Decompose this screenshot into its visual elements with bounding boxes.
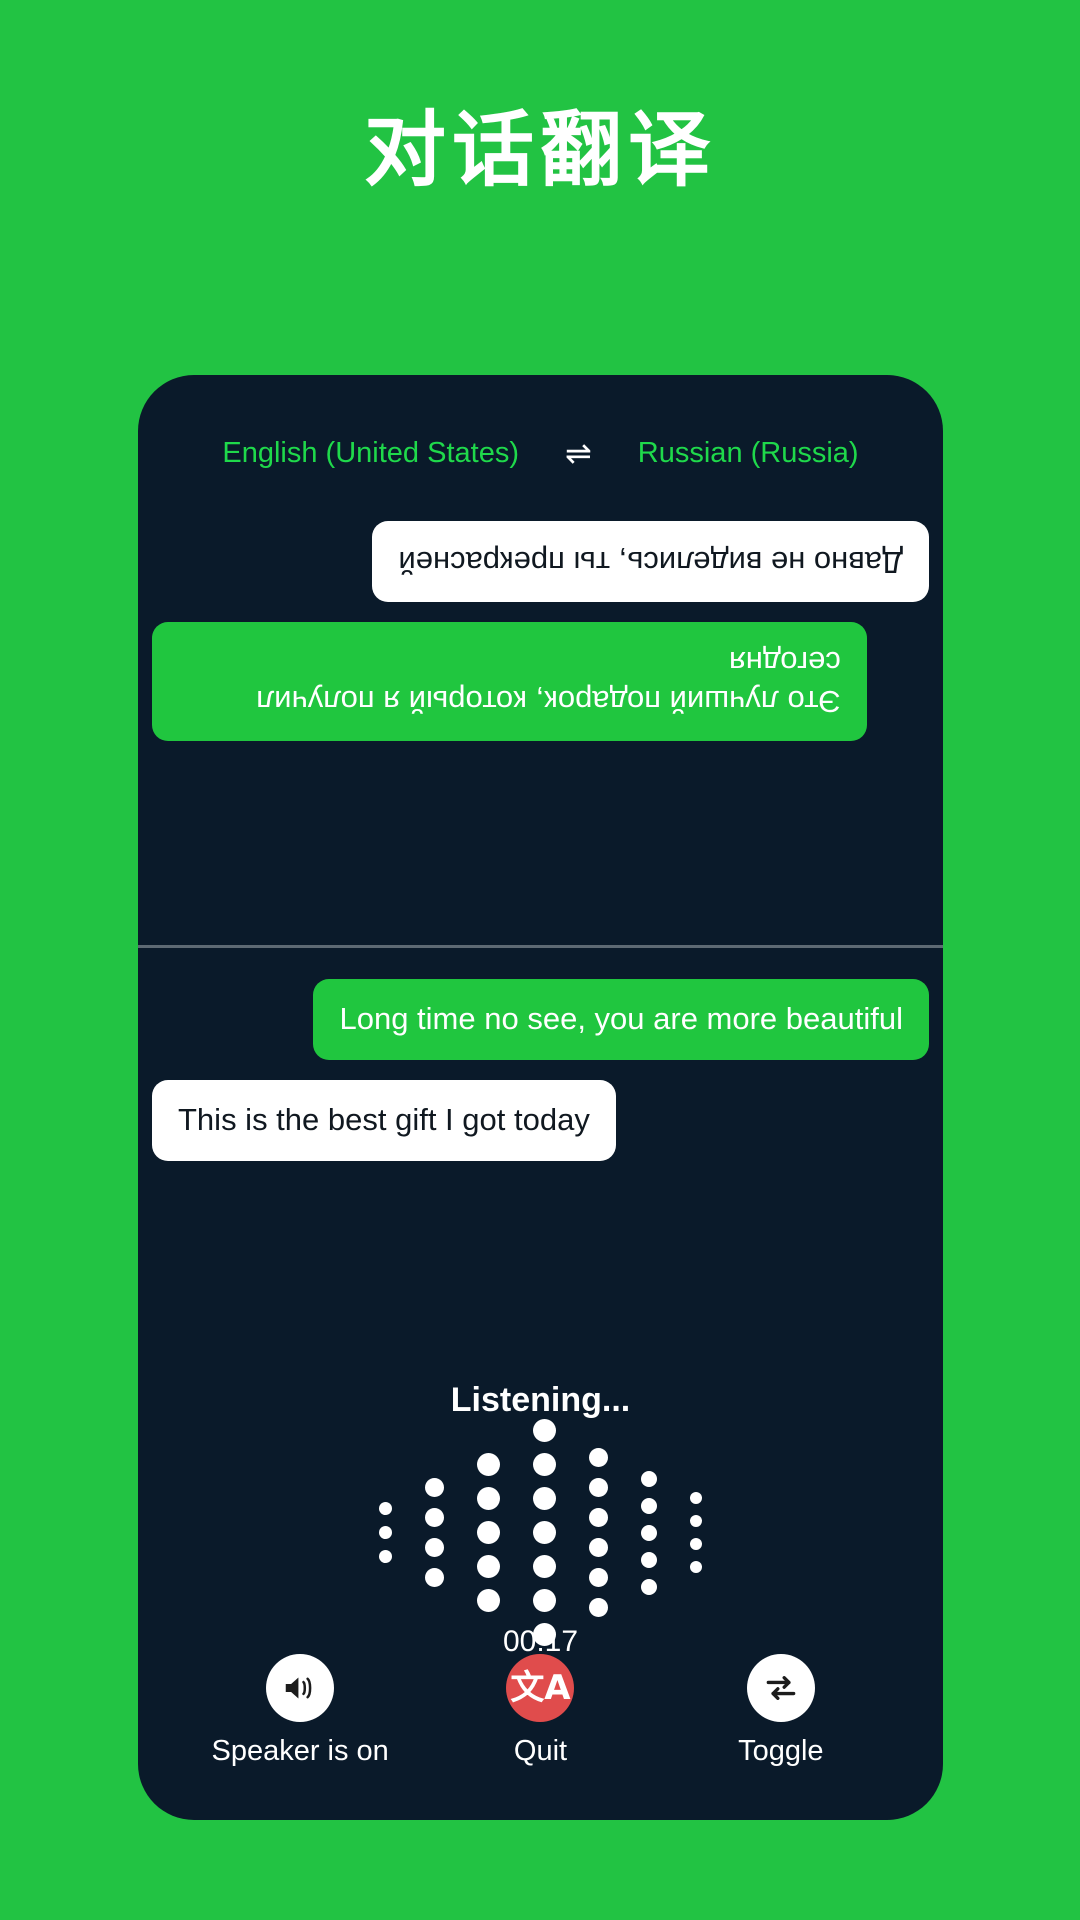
waveform-dot — [533, 1453, 556, 1476]
waveform-dot — [690, 1538, 702, 1550]
quit-button[interactable]: 文A Quit — [430, 1654, 650, 1766]
message-row: Long time no see, you are more beautiful — [152, 979, 929, 1060]
app-screen: 对话翻译 English (United States) ⇌ Russian (… — [0, 0, 1080, 1920]
phone-frame: English (United States) ⇌ Russian (Russi… — [138, 375, 943, 1820]
waveform-dot — [589, 1508, 608, 1527]
quit-button-circle[interactable]: 文A — [506, 1654, 575, 1722]
waveform-column — [690, 1492, 702, 1573]
conversation-pane-bottom: Long time no see, you are more beautiful… — [138, 953, 943, 1253]
waveform-column — [425, 1478, 444, 1587]
audio-waveform — [138, 1419, 943, 1646]
swap-arrows-icon — [766, 1676, 796, 1700]
message-bubble-source[interactable]: Long time no see, you are more beautiful — [313, 979, 929, 1060]
toggle-button-circle[interactable] — [746, 1654, 815, 1722]
message-bubble-source[interactable]: This is the best gift I got today — [152, 1079, 616, 1161]
conversation-pane-top: Это лучший подарок, который я получил се… — [138, 485, 943, 940]
page-title: 对话翻译 — [363, 103, 716, 198]
waveform-dot — [379, 1502, 392, 1515]
swap-languages-icon[interactable]: ⇌ — [565, 437, 592, 469]
waveform-dot — [379, 1526, 392, 1539]
waveform-dot — [641, 1497, 657, 1514]
waveform-column — [379, 1502, 392, 1563]
waveform-dot — [690, 1492, 702, 1504]
source-language-selector[interactable]: English (United States) — [222, 438, 519, 468]
waveform-dot — [641, 1578, 657, 1595]
waveform-column — [477, 1453, 500, 1612]
message-bubble-translated[interactable]: Это лучший подарок, который я получил се… — [152, 621, 867, 742]
waveform-dot — [690, 1515, 702, 1527]
waveform-dot — [690, 1561, 702, 1573]
speaker-button-circle[interactable] — [266, 1654, 335, 1722]
waveform-dot — [533, 1589, 556, 1612]
waveform-dot — [533, 1521, 556, 1544]
speaker-toggle-button[interactable]: Speaker is on — [190, 1654, 410, 1766]
waveform-dot — [477, 1589, 500, 1612]
waveform-dot — [533, 1555, 556, 1578]
waveform-dot — [641, 1524, 657, 1541]
waveform-dot — [589, 1478, 608, 1497]
waveform-dot — [589, 1538, 608, 1557]
waveform-dot — [533, 1487, 556, 1510]
waveform-dot — [425, 1508, 444, 1527]
translate-icon: 文A — [510, 1668, 571, 1708]
waveform-dot — [533, 1419, 556, 1442]
waveform-dot — [477, 1521, 500, 1544]
toggle-button-label: Toggle — [738, 1735, 824, 1767]
message-row: This is the best gift I got today — [152, 1079, 929, 1161]
speaker-button-label: Speaker is on — [211, 1735, 389, 1767]
waveform-dot — [425, 1478, 444, 1497]
waveform-column — [641, 1470, 657, 1595]
message-row: Давно не виделись, ты прекрасней — [152, 521, 929, 602]
toggle-button[interactable]: Toggle — [671, 1654, 891, 1766]
waveform-dot — [641, 1470, 657, 1487]
message-row: Это лучший подарок, который я получил се… — [152, 621, 929, 742]
action-bar: Speaker is on 文A Quit Toggle — [138, 1654, 943, 1766]
waveform-column — [589, 1448, 608, 1617]
waveform-dot — [477, 1453, 500, 1476]
waveform-dot — [589, 1568, 608, 1587]
pane-divider — [138, 945, 943, 948]
waveform-column — [533, 1419, 556, 1646]
target-language-selector[interactable]: Russian (Russia) — [638, 438, 859, 468]
waveform-dot — [477, 1555, 500, 1578]
language-selector-bar: English (United States) ⇌ Russian (Russi… — [138, 437, 943, 469]
waveform-dot — [589, 1598, 608, 1617]
waveform-dot — [477, 1487, 500, 1510]
waveform-dot — [425, 1568, 444, 1587]
message-bubble-translated[interactable]: Давно не виделись, ты прекрасней — [372, 521, 929, 602]
phone-screen: English (United States) ⇌ Russian (Russi… — [138, 375, 943, 1820]
listening-status-label: Listening... — [450, 1381, 631, 1419]
quit-button-label: Quit — [513, 1735, 568, 1767]
waveform-dot — [641, 1551, 657, 1568]
speaker-on-icon — [285, 1677, 312, 1699]
waveform-dot — [425, 1538, 444, 1557]
waveform-dot — [589, 1448, 608, 1467]
waveform-dot — [379, 1550, 392, 1563]
